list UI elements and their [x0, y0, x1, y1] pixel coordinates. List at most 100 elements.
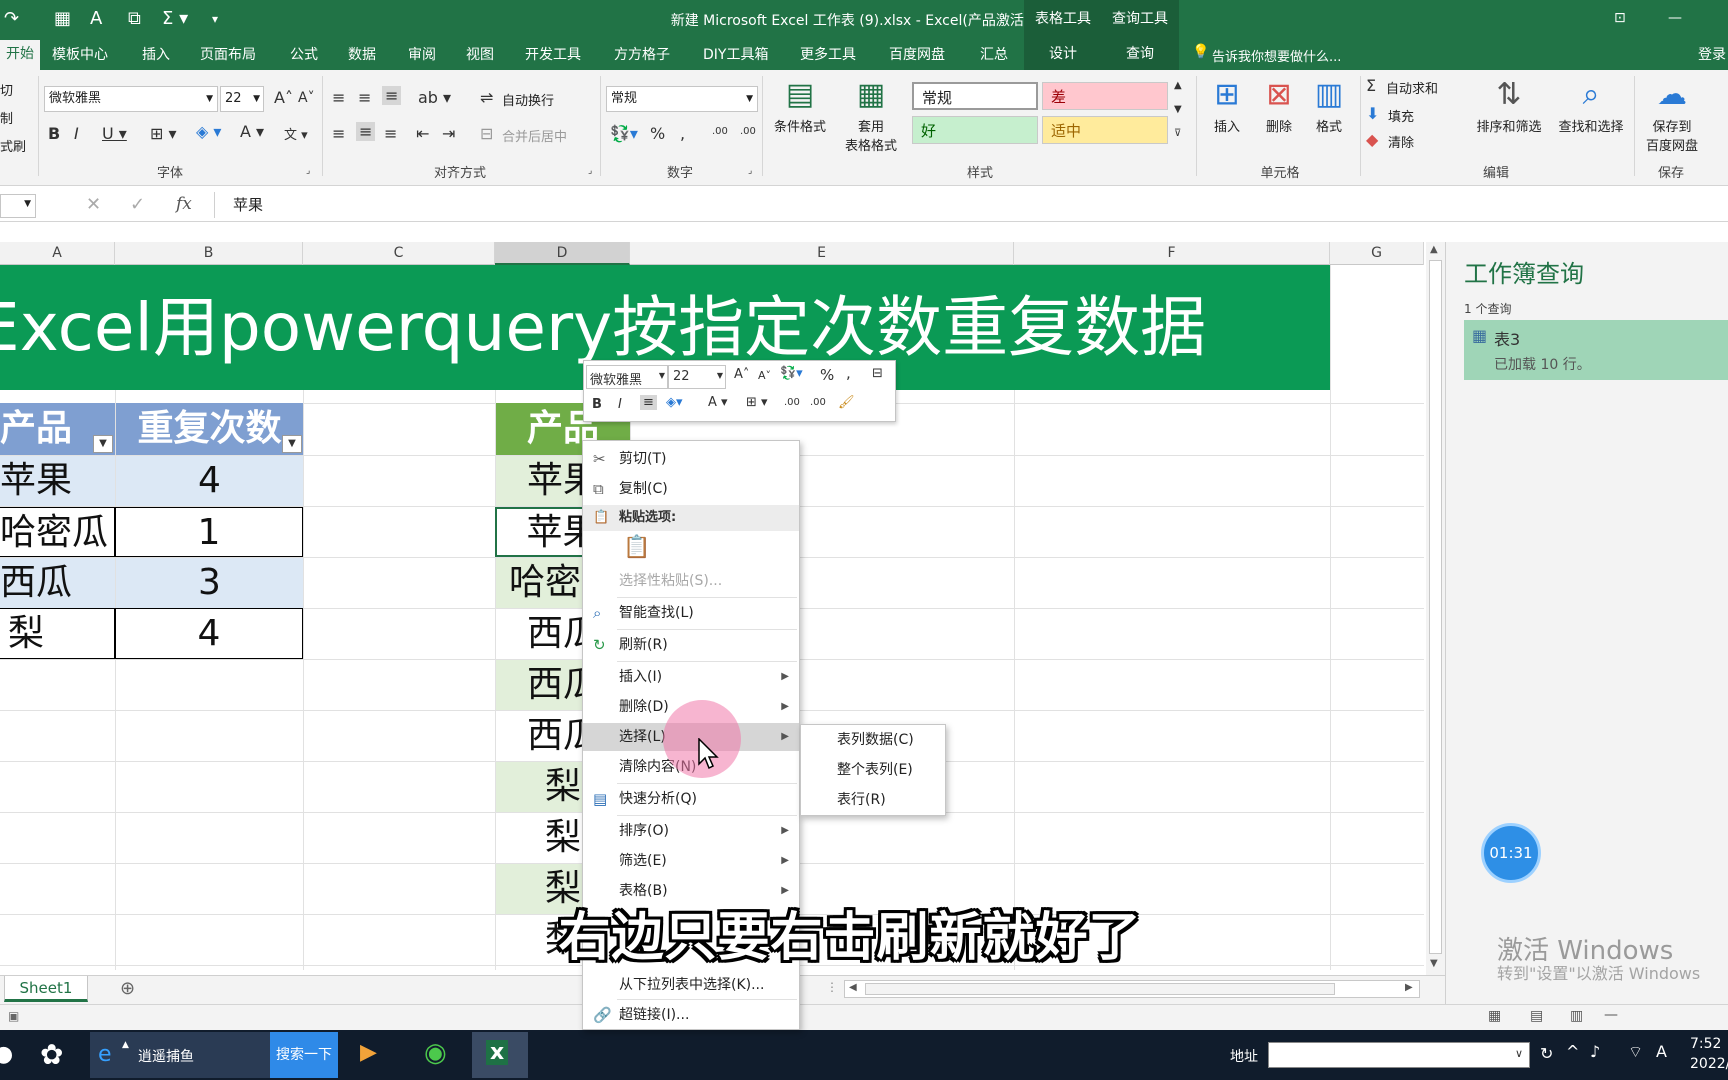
- italic-icon[interactable]: I: [74, 124, 79, 143]
- formula-input[interactable]: 苹果: [214, 192, 1724, 218]
- underline-icon[interactable]: U ▾: [102, 124, 127, 143]
- network-icon[interactable]: ⌔: [1628, 1042, 1643, 1062]
- mini-decrease-font-icon[interactable]: A˅: [758, 369, 771, 382]
- col-header-c[interactable]: C: [303, 242, 495, 265]
- clock-time[interactable]: 7:52: [1690, 1036, 1721, 1052]
- font-dialog-launcher-icon[interactable]: ⌟: [306, 166, 310, 176]
- left-table-cell[interactable]: 3: [116, 558, 303, 608]
- tab-review[interactable]: 审阅: [408, 44, 436, 64]
- percent-icon[interactable]: %: [650, 124, 665, 143]
- submenu-item-table-row[interactable]: 表行(R): [801, 785, 945, 815]
- align-left-icon[interactable]: ≡: [332, 124, 345, 143]
- phonetic-icon[interactable]: 文 ▾: [284, 124, 308, 143]
- tray-expand-icon[interactable]: ^: [1566, 1042, 1579, 1061]
- col-header-g[interactable]: G: [1330, 242, 1424, 265]
- mini-bold-icon[interactable]: B: [592, 397, 602, 412]
- menu-item-sort[interactable]: 排序(O) ▶: [583, 817, 799, 845]
- left-table-cell[interactable]: 梨: [0, 608, 115, 659]
- tab-formulas[interactable]: 公式: [290, 44, 318, 64]
- border-icon[interactable]: ⊞ ▾: [150, 124, 177, 143]
- save-to-baidu-button[interactable]: ☁ 保存到 百度网盘: [1636, 74, 1708, 154]
- clear-button[interactable]: 清除: [1388, 132, 1414, 151]
- login-link[interactable]: 登录: [1698, 44, 1726, 64]
- align-middle-icon[interactable]: ≡: [358, 88, 371, 107]
- mini-border-icon[interactable]: ⊞ ▾: [746, 395, 768, 410]
- scroll-down-icon[interactable]: ▼: [1430, 958, 1438, 969]
- left-table-cell[interactable]: 1: [115, 507, 303, 557]
- submenu-item-column-data[interactable]: 表列数据(C): [801, 725, 945, 755]
- zoom-out-icon[interactable]: —: [1604, 1007, 1618, 1023]
- wrap-text-button[interactable]: 自动换行: [502, 90, 554, 109]
- style-good[interactable]: 好: [912, 116, 1038, 144]
- start-icon[interactable]: ●: [0, 1042, 13, 1067]
- normal-view-icon[interactable]: ▦: [1488, 1008, 1501, 1024]
- mini-center-icon[interactable]: ≡: [640, 395, 657, 410]
- comma-icon[interactable]: ,: [680, 124, 685, 143]
- col-header-f[interactable]: F: [1014, 242, 1330, 265]
- insert-function-icon[interactable]: fx: [176, 194, 192, 214]
- name-box[interactable]: ▼: [0, 194, 36, 218]
- align-dialog-launcher-icon[interactable]: ⌟: [588, 166, 592, 176]
- tab-home[interactable]: 开始: [0, 40, 40, 70]
- mini-fill-color-icon[interactable]: ◈▾: [666, 395, 683, 410]
- horizontal-scrollbar[interactable]: ◀ ▶: [844, 980, 1420, 998]
- volume-icon[interactable]: ♪: [1590, 1042, 1600, 1061]
- menu-item-pick-from-list[interactable]: 从下拉列表中选择(K)...: [583, 971, 799, 999]
- left-table-cell[interactable]: 4: [115, 608, 303, 659]
- tab-data[interactable]: 数据: [348, 44, 376, 64]
- orientation-icon[interactable]: ab ▾: [418, 88, 451, 107]
- decrease-decimal-icon[interactable]: .00: [740, 126, 756, 137]
- number-format-select[interactable]: 常规 ▼: [606, 86, 758, 112]
- tab-template-center[interactable]: 模板中心: [52, 44, 108, 64]
- format-cells-button[interactable]: ▥ 格式: [1302, 74, 1356, 135]
- filter-dropdown-icon[interactable]: ▼: [282, 435, 302, 453]
- autosum-icon[interactable]: Σ: [1366, 76, 1376, 95]
- number-dialog-launcher-icon[interactable]: ⌟: [748, 166, 752, 176]
- col-header-d[interactable]: D: [495, 242, 630, 265]
- address-dropdown-icon[interactable]: ∨: [1515, 1047, 1523, 1060]
- cancel-icon[interactable]: ✕: [86, 194, 101, 215]
- tab-design[interactable]: 设计: [1024, 38, 1102, 70]
- clock-date[interactable]: 2022/: [1690, 1056, 1728, 1072]
- taskbar-app-fishing[interactable]: e ▲ 逍遥捕鱼: [90, 1032, 270, 1078]
- mini-font-size-select[interactable]: 22 ▼: [668, 365, 726, 389]
- tab-fangfang[interactable]: 方方格子: [614, 44, 670, 64]
- increase-indent-icon[interactable]: ⇥: [442, 124, 455, 143]
- merge-center-button[interactable]: 合并后居中: [502, 126, 567, 145]
- tab-more-tools[interactable]: 更多工具: [800, 44, 856, 64]
- decrease-font-icon[interactable]: A˅: [298, 90, 315, 106]
- format-as-table-button[interactable]: ▦ 套用 表格格式: [836, 74, 906, 154]
- decrease-indent-icon[interactable]: ⇤: [416, 124, 429, 143]
- macro-record-icon[interactable]: ▣: [8, 1009, 19, 1023]
- styles-more-icon[interactable]: ⊽: [1174, 128, 1181, 139]
- left-table-cell[interactable]: 西瓜: [0, 558, 115, 608]
- scroll-up-icon[interactable]: ▲: [1430, 244, 1438, 255]
- wrap-text-icon[interactable]: ⇌: [480, 88, 493, 107]
- ribbon-display-icon[interactable]: ⊡: [1614, 10, 1626, 26]
- split-handle-icon[interactable]: ⋮: [826, 980, 838, 994]
- add-sheet-icon[interactable]: ⊕: [120, 978, 135, 999]
- mini-increase-font-icon[interactable]: A˄: [734, 367, 749, 382]
- font-size-select[interactable]: 22 ▼: [220, 86, 264, 112]
- menu-item-quick-analysis[interactable]: ▤ 快速分析(Q): [583, 785, 799, 813]
- tab-insert[interactable]: 插入: [142, 44, 170, 64]
- sort-filter-button[interactable]: ⇅ 排序和筛选: [1468, 74, 1550, 135]
- font-name-select[interactable]: 微软雅黑 ▼: [44, 86, 218, 112]
- menu-item-smart-lookup[interactable]: ⌕ 智能查找(L): [583, 599, 799, 627]
- col-header-e[interactable]: E: [630, 242, 1014, 265]
- align-center-icon[interactable]: ≡: [356, 122, 376, 141]
- mini-italic-icon[interactable]: I: [618, 397, 622, 412]
- app-pinwheel-icon[interactable]: ✿: [40, 1038, 63, 1071]
- conditional-format-button[interactable]: ▤ 条件格式: [768, 74, 832, 135]
- menu-item-filter[interactable]: 筛选(E) ▶: [583, 847, 799, 875]
- scroll-right-icon[interactable]: ▶: [1405, 982, 1413, 993]
- left-table-cell[interactable]: 苹果: [0, 456, 115, 506]
- media-player-icon[interactable]: ▶: [360, 1040, 377, 1065]
- ime-icon[interactable]: A: [1656, 1042, 1667, 1061]
- insert-cells-button[interactable]: ⊞ 插入: [1200, 74, 1254, 135]
- taskbar-excel[interactable]: x: [472, 1032, 528, 1078]
- bold-icon[interactable]: B: [48, 124, 60, 143]
- mini-font-name-select[interactable]: 微软雅黑 ▼: [586, 365, 668, 389]
- mini-decrease-decimal-icon[interactable]: .00: [810, 397, 826, 408]
- style-neutral[interactable]: 适中: [1042, 116, 1168, 144]
